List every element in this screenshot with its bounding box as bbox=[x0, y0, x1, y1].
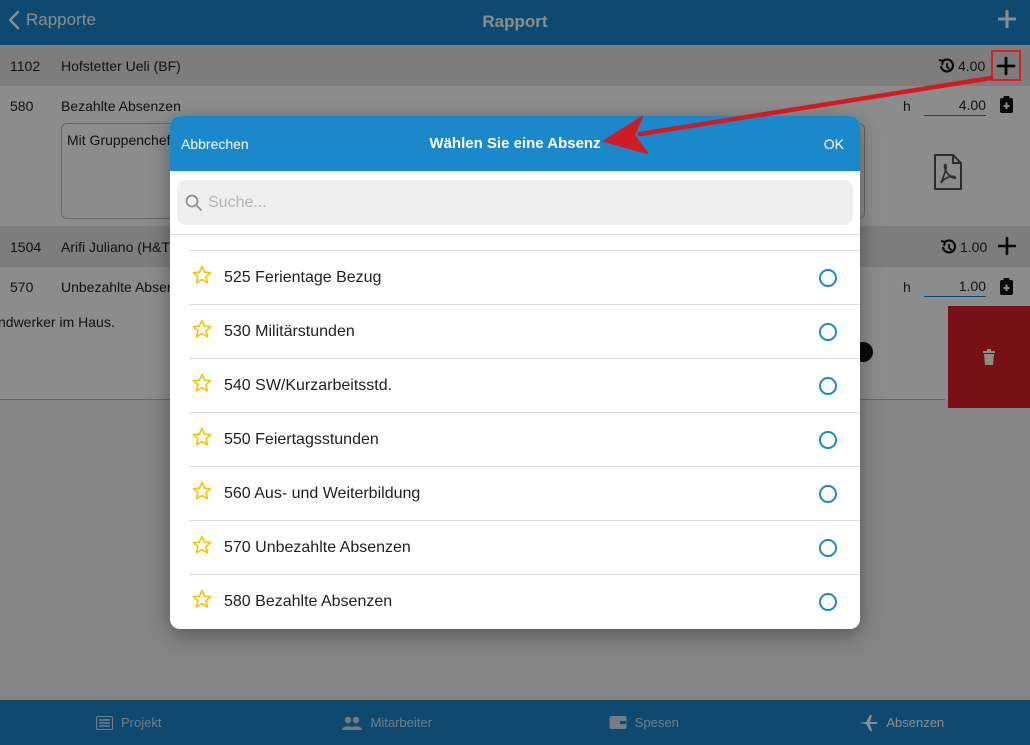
annotation-arrow bbox=[603, 75, 994, 154]
